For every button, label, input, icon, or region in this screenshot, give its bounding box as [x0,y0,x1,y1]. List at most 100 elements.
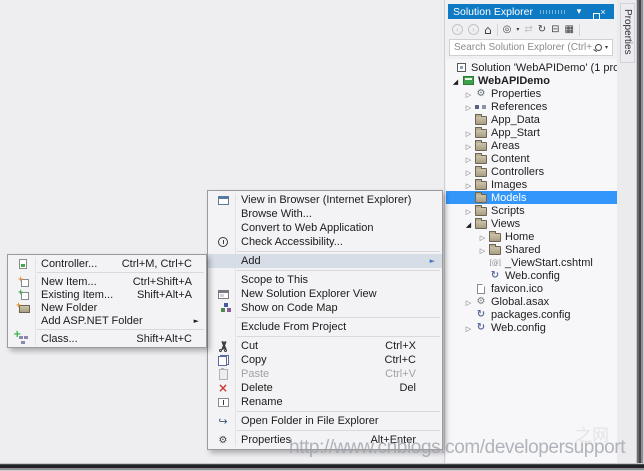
forward-icon[interactable]: › [468,24,479,35]
wrench-icon: ⚙ [474,88,488,100]
menu-item-rename[interactable]: Rename [208,395,442,409]
tab-properties[interactable]: Properties [620,3,635,63]
expand-arrow-icon[interactable] [477,230,488,243]
folder-icon [474,114,488,126]
tree-item-areas[interactable]: Areas [446,139,617,152]
menu-item-exclude-from-project[interactable]: Exclude From Project [208,320,442,334]
collapse-all-icon[interactable]: ⊟ [551,25,559,35]
folder-icon [474,166,488,178]
switch-views-icon[interactable]: ◎ [503,25,512,35]
menu-item-add[interactable]: Add ► [208,254,442,268]
menu-item-open-folder-in-file-explorer[interactable]: ↪ Open Folder in File Explorer [208,414,442,428]
expand-arrow-icon[interactable] [463,204,474,217]
expand-arrow-icon[interactable] [463,87,474,100]
accessibility-icon [218,237,228,247]
sync-active-document-icon[interactable]: ⇄ [524,25,532,35]
refresh-icon[interactable]: ↻ [538,25,546,35]
menu-item-new-item[interactable]: New Item... Ctrl+Shift+A [8,275,206,288]
tree-item-views-webconfig[interactable]: ↻ Web.config [446,269,617,282]
global-asax-icon: ⚙ [474,296,488,308]
url-watermark: http://www.cnblogs.com/developersupport [289,437,625,459]
tree-item-packages-config[interactable]: ↻ packages.config [446,308,617,321]
show-all-files-icon[interactable]: ▦ [565,25,574,35]
menu-separator [237,317,440,318]
menu-separator [237,336,440,337]
expand-arrow-icon[interactable] [463,139,474,152]
cut-icon [218,341,228,352]
tree-item-controllers[interactable]: Controllers [446,165,617,178]
solution-explorer-titlebar[interactable]: Solution Explorer ▾ × [448,4,614,19]
existing-item-icon [21,292,29,300]
solution-icon [454,62,468,74]
switch-views-chevron-icon[interactable]: ▾ [516,26,519,33]
vs-window: Solution Explorer ▾ × ‹ › ⌂ ◎ ▾ ⇄ ↻ ⊟ ▦ … [0,0,644,471]
home-icon[interactable]: ⌂ [484,24,492,36]
menu-item-paste[interactable]: Paste Ctrl+V [208,367,442,381]
menu-item-new-solution-explorer-view[interactable]: New Solution Explorer View [208,287,442,301]
menu-item-view-in-browser[interactable]: View in Browser (Internet Explorer) [208,193,442,207]
tree-item-shared[interactable]: Shared [446,243,617,256]
tree-item-global-asax[interactable]: ⚙ Global.asax [446,295,617,308]
menu-item-delete[interactable]: × Delete Del [208,381,442,395]
tree-item-app-start[interactable]: App_Start [446,126,617,139]
folder-icon [474,140,488,152]
tree-item-webconfig[interactable]: ↻ Web.config [446,321,617,334]
search-options-chevron-icon[interactable]: ▾ [605,44,608,51]
menu-item-convert-to-web-application[interactable]: Convert to Web Application [208,221,442,235]
menu-item-browse-with[interactable]: Browse With... [208,207,442,221]
tree-item-content[interactable]: Content [446,152,617,165]
folder-icon [474,205,488,217]
menu-item-show-on-code-map[interactable]: Show on Code Map [208,301,442,315]
tree-item-favicon[interactable]: favicon.ico [446,282,617,295]
tree-item-references[interactable]: References [446,100,617,113]
menu-separator [237,251,440,252]
folder-icon [474,153,488,165]
window-position-chevron-icon[interactable]: ▾ [573,6,585,17]
browser-icon [218,196,229,205]
tree-item-views[interactable]: Views [446,217,617,230]
tree-item-images[interactable]: Images [446,178,617,191]
search-input[interactable]: Search Solution Explorer (Ctrl+;) ▾ [449,39,613,56]
menu-separator [237,270,440,271]
menu-item-class[interactable]: Class... Shift+Alt+C [8,332,206,345]
autohide-channel [617,0,637,463]
tree-item-home[interactable]: Home [446,230,617,243]
copy-icon [218,355,229,366]
menu-item-copy[interactable]: Copy Ctrl+C [208,353,442,367]
tree-item-app-data[interactable]: App_Data [446,113,617,126]
expand-arrow-icon[interactable] [463,295,474,308]
expand-arrow-icon[interactable] [477,243,488,256]
window-edge-bottom [0,463,644,471]
tree-item-webapidemo[interactable]: WebAPIDemo [446,74,617,87]
menu-item-existing-item[interactable]: Existing Item... Shift+Alt+A [8,288,206,301]
menu-item-scope-to-this[interactable]: Scope to This [208,273,442,287]
expand-arrow-icon[interactable] [463,126,474,139]
rename-icon [218,398,229,407]
tree-item-scripts[interactable]: Scripts [446,204,617,217]
menu-item-check-accessibility[interactable]: Check Accessibility... [208,235,442,249]
controller-icon [19,259,27,269]
titlebar-grip [540,10,566,14]
menu-item-controller[interactable]: Controller... Ctrl+M, Ctrl+C [8,257,206,270]
folder-icon [474,127,488,139]
expand-arrow-icon[interactable] [463,217,474,230]
menu-item-add-aspnet-folder[interactable]: Add ASP.NET Folder ► [8,314,206,327]
tree-item-models[interactable]: Models [446,191,617,204]
menu-item-new-folder[interactable]: New Folder [8,301,206,314]
menu-item-cut[interactable]: Cut Ctrl+X [208,339,442,353]
tree-item-viewstart[interactable]: [@] _ViewStart.cshtml [446,256,617,269]
back-icon[interactable]: ‹ [452,24,463,35]
expand-arrow-icon[interactable] [463,178,474,191]
folder-icon [474,179,488,191]
expand-arrow-icon[interactable] [463,165,474,178]
folder-icon [474,218,488,230]
tree-item-properties[interactable]: ⚙ Properties [446,87,617,100]
expand-arrow-icon[interactable] [463,152,474,165]
expand-arrow-icon[interactable] [463,100,474,113]
project-icon [461,75,475,87]
menu-separator [237,430,440,431]
search-icon [593,43,603,53]
tree-item-solution[interactable]: Solution 'WebAPIDemo' (1 project) [446,61,617,74]
expand-arrow-icon[interactable] [463,321,474,334]
expand-arrow-icon[interactable] [450,74,461,87]
